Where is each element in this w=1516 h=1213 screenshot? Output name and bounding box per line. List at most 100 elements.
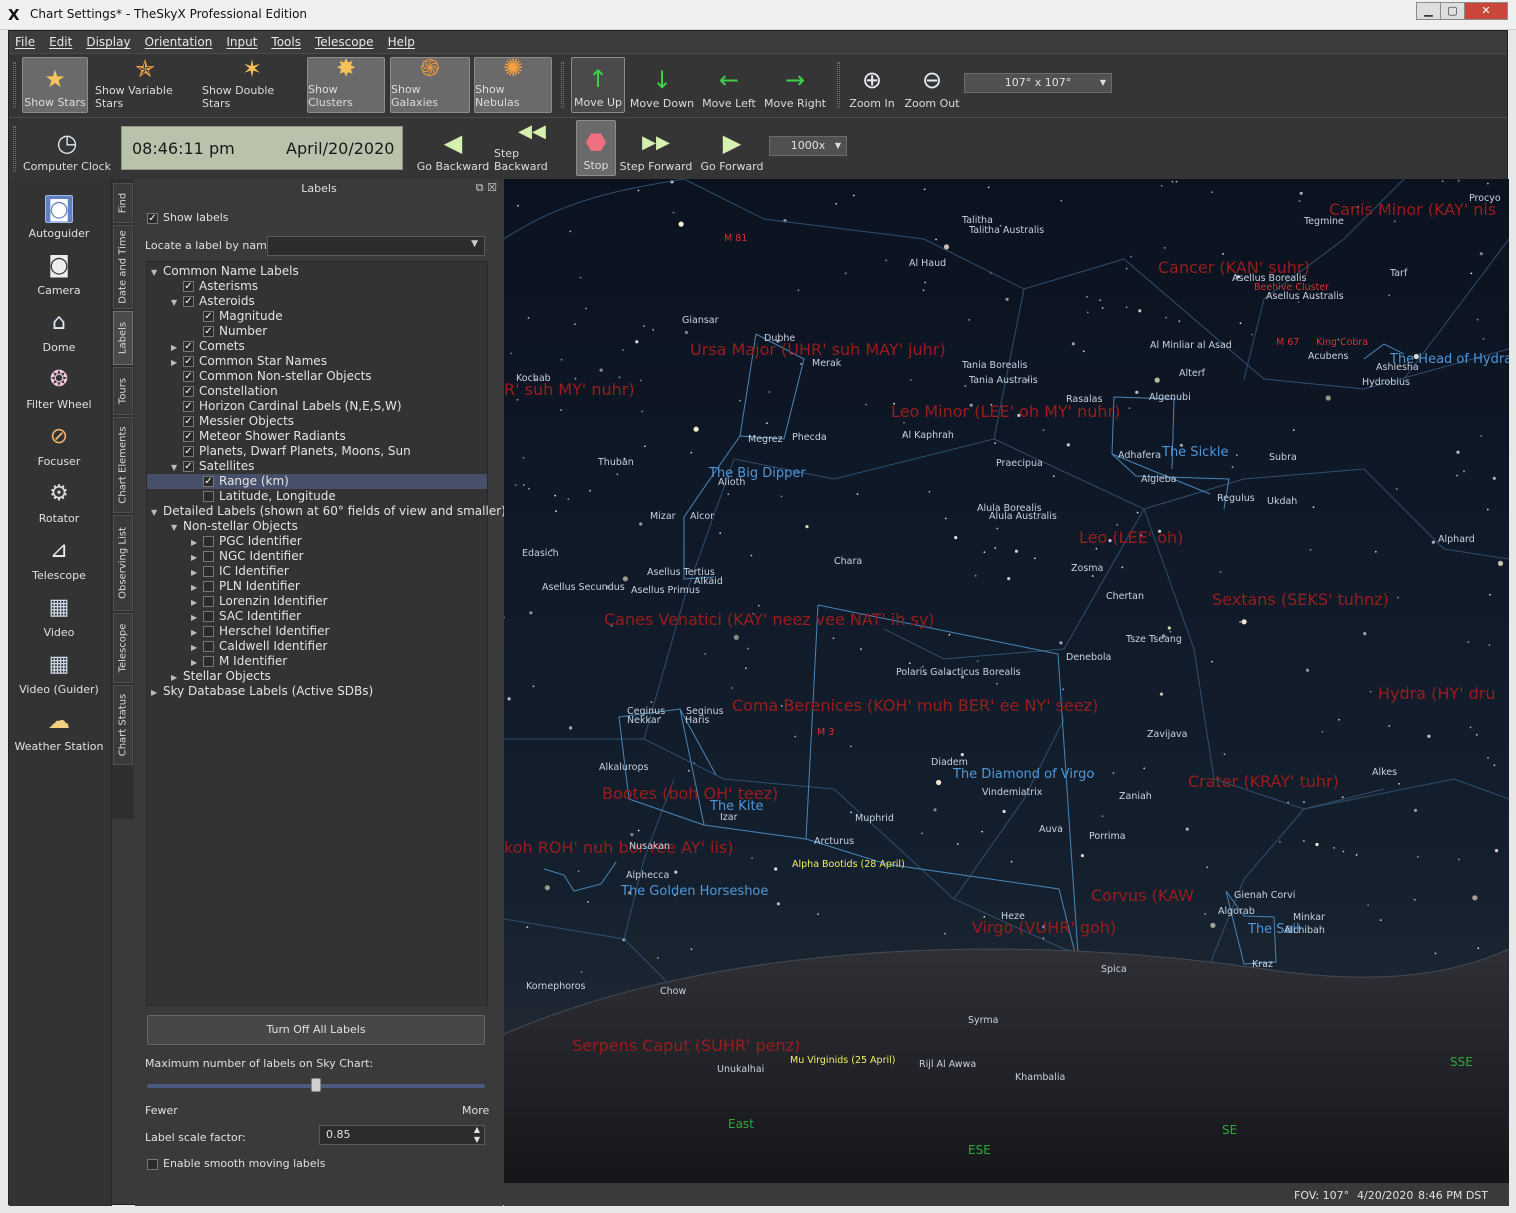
tree-row[interactable]: ✓ Asterisms — [147, 279, 487, 294]
expand-toggle-icon[interactable]: ▶ — [191, 595, 203, 610]
tree-row[interactable]: ▶ M Identifier — [147, 654, 487, 669]
dock-dome[interactable]: ⌂ Dome — [9, 309, 109, 354]
minimize-button[interactable]: ▁ — [1416, 2, 1441, 20]
panel-float-close-icon[interactable]: ⧉ ☒ — [476, 181, 497, 195]
zoom-in-button[interactable]: ⊕ Zoom In — [847, 57, 897, 113]
expand-toggle-icon[interactable]: ▶ — [171, 340, 183, 355]
tab-chart-elements[interactable]: Chart Elements — [113, 417, 133, 513]
tree-checkbox[interactable] — [203, 566, 214, 577]
step-backward-button[interactable]: ◀◀ Step Backward — [494, 120, 570, 176]
tree-row[interactable]: ▶ Herschel Identifier — [147, 624, 487, 639]
dock-filter-wheel[interactable]: ❂ Filter Wheel — [9, 366, 109, 411]
tree-row[interactable]: ✓ Magnitude — [147, 309, 487, 324]
close-button[interactable]: ✕ — [1464, 2, 1508, 20]
tree-row[interactable]: ▶ Sky Database Labels (Active SDBs) — [147, 684, 487, 699]
fov-select[interactable]: 107° x 107° ▼ — [964, 73, 1112, 93]
toolbar-grip[interactable] — [837, 62, 840, 108]
show-galaxies-button[interactable]: ֍ Show Galaxies — [390, 54, 470, 113]
dock-autoguider[interactable]: ◙ Autoguider — [9, 195, 109, 240]
tab-tours[interactable]: Tours — [113, 367, 133, 415]
menu-telescope[interactable]: Telescope — [315, 35, 374, 49]
tree-checkbox[interactable]: ✓ — [183, 401, 194, 412]
tab-find[interactable]: Find — [113, 183, 133, 223]
tree-checkbox[interactable]: ✓ — [183, 296, 194, 307]
tab-observing-list[interactable]: Observing List — [113, 515, 133, 611]
tree-row[interactable]: ✓ Meteor Shower Radiants — [147, 429, 487, 444]
expand-toggle-icon[interactable]: ▶ — [191, 550, 203, 565]
tree-row[interactable]: ✓ Number — [147, 324, 487, 339]
expand-toggle-icon[interactable]: ▶ — [171, 355, 183, 370]
move-right-button[interactable]: → Move Right — [763, 57, 827, 113]
smooth-labels-checkbox[interactable]: Enable smooth moving labels — [147, 1157, 325, 1170]
tree-row[interactable]: ✓ Horizon Cardinal Labels (N,E,S,W) — [147, 399, 487, 414]
zoom-out-button[interactable]: ⊖ Zoom Out — [902, 57, 962, 113]
expand-toggle-icon[interactable]: ▶ — [191, 565, 203, 580]
expand-toggle-icon[interactable]: ▼ — [151, 505, 163, 520]
expand-toggle-icon[interactable]: ▶ — [171, 670, 183, 685]
tree-row[interactable]: ✓ Messier Objects — [147, 414, 487, 429]
tree-checkbox[interactable] — [203, 551, 214, 562]
computer-clock-button[interactable]: ◷ Computer Clock — [21, 120, 113, 176]
labels-tree[interactable]: ▼ Common Name Labels ✓ Asterisms ▼ ✓ Asteroids… — [146, 261, 506, 1006]
expand-toggle-icon[interactable]: ▶ — [191, 610, 203, 625]
tree-row[interactable]: ▼ ✓ Satellites — [147, 459, 487, 474]
step-forward-button[interactable]: ▶▶ Step Forward — [619, 120, 693, 176]
tree-row[interactable]: ▶ ✓ Common Star Names — [147, 354, 487, 369]
go-forward-button[interactable]: ▶ Go Forward — [697, 120, 767, 176]
tree-checkbox[interactable] — [203, 536, 214, 547]
toolbar-grip[interactable] — [13, 126, 16, 172]
tab-chart-status[interactable]: Chart Status — [113, 685, 133, 765]
turn-off-all-labels-button[interactable]: Turn Off All Labels — [147, 1015, 485, 1045]
tab-date-and-time[interactable]: Date and Time — [113, 225, 133, 309]
tree-row[interactable]: ▶ IC Identifier — [147, 564, 487, 579]
expand-toggle-icon[interactable]: ▼ — [151, 265, 163, 280]
move-left-button[interactable]: ← Move Left — [699, 57, 759, 113]
tree-checkbox[interactable]: ✓ — [183, 446, 194, 457]
label-scale-spinbox[interactable]: 0.85 ▲ ▼ — [319, 1125, 485, 1145]
stop-button[interactable]: ⬣ Stop — [576, 120, 616, 176]
tree-row[interactable]: Latitude, Longitude — [147, 489, 487, 504]
dock-video-guider[interactable]: ▦ Video (Guider) — [9, 651, 109, 696]
tree-checkbox[interactable] — [203, 596, 214, 607]
tree-row[interactable]: ▶ Lorenzin Identifier — [147, 594, 487, 609]
toolbar-grip[interactable] — [561, 62, 564, 108]
show-labels-checkbox[interactable]: ✓ Show labels — [147, 211, 229, 224]
show-nebulas-button[interactable]: ✺ Show Nebulas — [474, 54, 552, 113]
expand-toggle-icon[interactable]: ▼ — [171, 460, 183, 475]
menu-tools[interactable]: Tools — [271, 35, 301, 49]
tree-checkbox[interactable]: ✓ — [183, 416, 194, 427]
tree-checkbox[interactable]: ✓ — [183, 371, 194, 382]
tree-row[interactable]: ▶ NGC Identifier — [147, 549, 487, 564]
tree-checkbox[interactable] — [203, 641, 214, 652]
go-backward-button[interactable]: ◀ Go Backward — [413, 120, 493, 176]
tab-labels[interactable]: Labels — [113, 311, 133, 365]
show-stars-button[interactable]: ★ Show Stars — [22, 57, 88, 113]
move-down-button[interactable]: ↓ Move Down — [629, 57, 695, 113]
expand-toggle-icon[interactable]: ▶ — [191, 625, 203, 640]
menu-help[interactable]: Help — [388, 35, 415, 49]
tree-checkbox[interactable]: ✓ — [183, 356, 194, 367]
tree-checkbox[interactable] — [203, 626, 214, 637]
menu-orientation[interactable]: Orientation — [145, 35, 213, 49]
tree-checkbox[interactable]: ✓ — [183, 431, 194, 442]
tree-checkbox[interactable]: ✓ — [203, 476, 214, 487]
tree-checkbox[interactable]: ✓ — [183, 386, 194, 397]
tree-checkbox[interactable]: ✓ — [203, 326, 214, 337]
time-rate-select[interactable]: 1000x ▼ — [769, 136, 847, 156]
maximize-button[interactable]: ▢ — [1440, 2, 1465, 20]
expand-toggle-icon[interactable]: ▶ — [191, 655, 203, 670]
menu-display[interactable]: Display — [86, 35, 130, 49]
locate-label-input[interactable]: ▼ — [267, 236, 485, 256]
clock-display[interactable]: 08:46:11 pm April/20/2020 — [121, 126, 403, 170]
expand-toggle-icon[interactable]: ▶ — [191, 580, 203, 595]
dock-telescope[interactable]: ⊿ Telescope — [9, 537, 109, 582]
expand-toggle-icon[interactable]: ▶ — [151, 685, 163, 700]
tree-checkbox[interactable]: ✓ — [183, 461, 194, 472]
menu-edit[interactable]: Edit — [49, 35, 72, 49]
expand-toggle-icon[interactable]: ▶ — [191, 640, 203, 655]
expand-toggle-icon[interactable]: ▶ — [191, 535, 203, 550]
tree-checkbox[interactable]: ✓ — [183, 341, 194, 352]
menu-input[interactable]: Input — [226, 35, 257, 49]
tree-checkbox[interactable]: ✓ — [183, 281, 194, 292]
expand-toggle-icon[interactable]: ▼ — [171, 295, 183, 310]
